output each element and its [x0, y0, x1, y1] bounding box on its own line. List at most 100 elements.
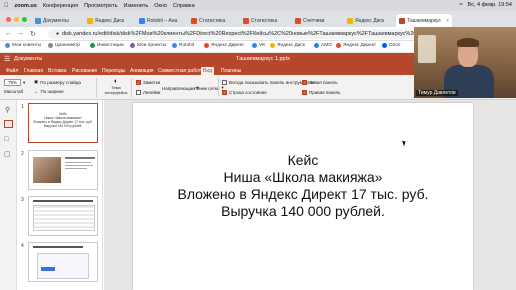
tab-collaboration[interactable]: Совместная работа: [156, 67, 206, 75]
bookmark[interactable]: Цианометр: [48, 43, 80, 48]
notes-toggle[interactable]: ✓ Заметки: [136, 80, 160, 85]
comments-icon[interactable]: □: [4, 136, 8, 143]
menu-help[interactable]: Справка: [173, 3, 195, 9]
menu-conference[interactable]: Конференция: [43, 3, 78, 9]
scale-label: Масштаб: [4, 89, 23, 94]
browser-tab-active[interactable]: Ташаевмаркус ×: [396, 14, 452, 27]
webcam-person-hair: [457, 38, 479, 47]
tab-label: Статистика: [251, 17, 278, 24]
tab-view[interactable]: Вид: [201, 67, 215, 75]
chat-icon[interactable]: ▢: [4, 150, 11, 158]
tab-label: Яндекс Диск: [355, 17, 385, 24]
minimize-window-icon[interactable]: [14, 17, 19, 22]
thumbnails-icon[interactable]: [4, 120, 13, 128]
browser-tab[interactable]: Документы: [32, 14, 82, 27]
slide-title-line-3[interactable]: Вложено в Яндекс Директ 17 тыс. руб.: [133, 186, 473, 202]
bookmark-label: Яндекс Директ: [211, 43, 245, 48]
right-panel-toggle[interactable]: ✓ Правая панель: [302, 90, 341, 95]
notes-checkbox[interactable]: ✓: [136, 80, 141, 85]
browser-tab[interactable]: Статистика: [188, 14, 238, 27]
slide-title-line-4[interactable]: Выручка 140 000 рублей.: [133, 203, 473, 219]
slide-thumbnail-1[interactable]: Кейс Ниша «Школа макияжа» Вложено в Янде…: [28, 103, 98, 143]
bookmark-label: AMO: [321, 43, 332, 48]
apple-icon[interactable]: : [4, 3, 9, 9]
zoom-value: 75%: [4, 79, 22, 86]
current-slide[interactable]: Кейс Ниша «Школа макияжа» Вложено в Янде…: [133, 103, 473, 290]
tab-insert[interactable]: Вставка: [46, 67, 69, 75]
slide-title-line-2[interactable]: Ниша «Школа макияжа»: [133, 169, 473, 185]
thumb-text-block: [65, 162, 91, 163]
browser-tab[interactable]: Яндекс Диск: [344, 14, 394, 27]
ruler-label: Линейки: [143, 90, 161, 95]
wifi-icon[interactable]: ≈: [460, 2, 463, 8]
tab-label: Статистика: [199, 17, 226, 24]
menu-hamburger-icon[interactable]: ☰: [4, 55, 10, 63]
ruler-checkbox[interactable]: [136, 90, 141, 95]
tab-home[interactable]: Главная: [22, 67, 45, 75]
left-panel-checkbox[interactable]: ✓: [302, 80, 307, 85]
bookmark[interactable]: AMO: [314, 43, 332, 48]
ruler-toggle[interactable]: Линейки: [136, 90, 160, 95]
bookmark[interactable]: Ozon: [382, 43, 400, 48]
tab-file[interactable]: Файл: [4, 67, 20, 75]
bookmark-label: Ozon: [389, 43, 401, 48]
menu-view[interactable]: Просмотреть: [84, 3, 117, 9]
clock[interactable]: Вс, 4 февр. 19:54: [468, 2, 512, 8]
maximize-window-icon[interactable]: [22, 17, 27, 22]
chevron-down-icon: ▾: [23, 79, 26, 85]
bookmark-favicon-icon: [204, 43, 209, 48]
browser-tab[interactable]: Яндекс Диск: [84, 14, 134, 27]
app-name[interactable]: Документы: [14, 56, 42, 62]
right-panel-checkbox[interactable]: ✓: [302, 90, 307, 95]
bookmark[interactable]: VK: [252, 43, 265, 48]
close-window-icon[interactable]: [6, 17, 11, 22]
thumb-table: [33, 205, 95, 231]
slide-thumbnail-4[interactable]: [28, 242, 98, 282]
tab-animation[interactable]: Анимация: [128, 67, 155, 75]
zoom-select[interactable]: 75% ▾: [4, 79, 25, 86]
close-tab-icon[interactable]: ×: [446, 18, 449, 24]
left-panel-toggle[interactable]: ✓ Левая панель: [302, 80, 338, 85]
search-icon[interactable]: ⚲: [5, 106, 10, 114]
menu-window[interactable]: Окно: [154, 3, 167, 9]
tab-transitions[interactable]: Переходы: [100, 67, 127, 75]
tab-plugins[interactable]: Плагины: [219, 67, 243, 75]
bookmark[interactable]: Инвестиции: [90, 43, 124, 48]
bookmark[interactable]: Мои клиенты: [5, 43, 41, 48]
status-bar-checkbox[interactable]: ✓: [222, 90, 227, 95]
bookmark-label: Rotobit: [179, 43, 195, 48]
status-bar-toggle[interactable]: ✓ Строка состояния: [222, 90, 267, 95]
bookmark[interactable]: Rotobit: [172, 43, 194, 48]
always-toolbar-checkbox[interactable]: [222, 80, 227, 85]
bookmark[interactable]: Яндекс Директ: [336, 43, 376, 48]
bookmark[interactable]: Яндекс Директ: [204, 43, 244, 48]
thumb-text-block: [65, 168, 87, 169]
menu-edit[interactable]: Изменить: [123, 3, 148, 9]
browser-tab[interactable]: Счетчики: [292, 14, 342, 27]
bookmark[interactable]: Яндекс Диск: [270, 43, 305, 48]
back-icon[interactable]: ←: [5, 30, 12, 37]
bookmark[interactable]: Мои проекты: [130, 43, 166, 48]
forward-icon[interactable]: →: [17, 30, 24, 37]
grid-label: Линии сетки: [194, 85, 220, 91]
divider: [218, 78, 219, 97]
slide-thumbnail-3[interactable]: [28, 196, 98, 236]
menu-zoom[interactable]: zoom.us: [15, 3, 37, 9]
reload-icon[interactable]: ↻: [30, 30, 36, 38]
fit-width-button[interactable]: ↔ По ширине: [34, 89, 64, 94]
always-toolbar-toggle[interactable]: Всегда показывать панель инструментов: [222, 80, 315, 85]
url-input[interactable]: ● disk.yandex.ru/edit/disk/disk%2FМои%20к…: [48, 29, 463, 39]
tab-draw[interactable]: Рисование: [70, 67, 99, 75]
slide-title-line-1[interactable]: Кейс: [133, 152, 473, 168]
bookmark-favicon-icon: [314, 43, 319, 48]
slide-thumbnail-2[interactable]: [28, 150, 98, 190]
system-menubar:  zoom.us Конференция Просмотреть Измени…: [0, 0, 516, 11]
browser-tab[interactable]: Rotobit – Ана: [136, 14, 186, 27]
fit-slide-button[interactable]: ▣ По размеру слайда: [34, 79, 81, 85]
bookmark-favicon-icon: [172, 43, 177, 48]
bookmark-favicon-icon: [382, 43, 387, 48]
browser-tab[interactable]: Статистика: [240, 14, 290, 27]
theme-button[interactable]: ◐ Тема интерфейса: [104, 78, 128, 95]
grid-button[interactable]: Линии сетки ▾: [194, 85, 224, 91]
webcam-video[interactable]: Тимур Давлетов: [414, 27, 516, 98]
